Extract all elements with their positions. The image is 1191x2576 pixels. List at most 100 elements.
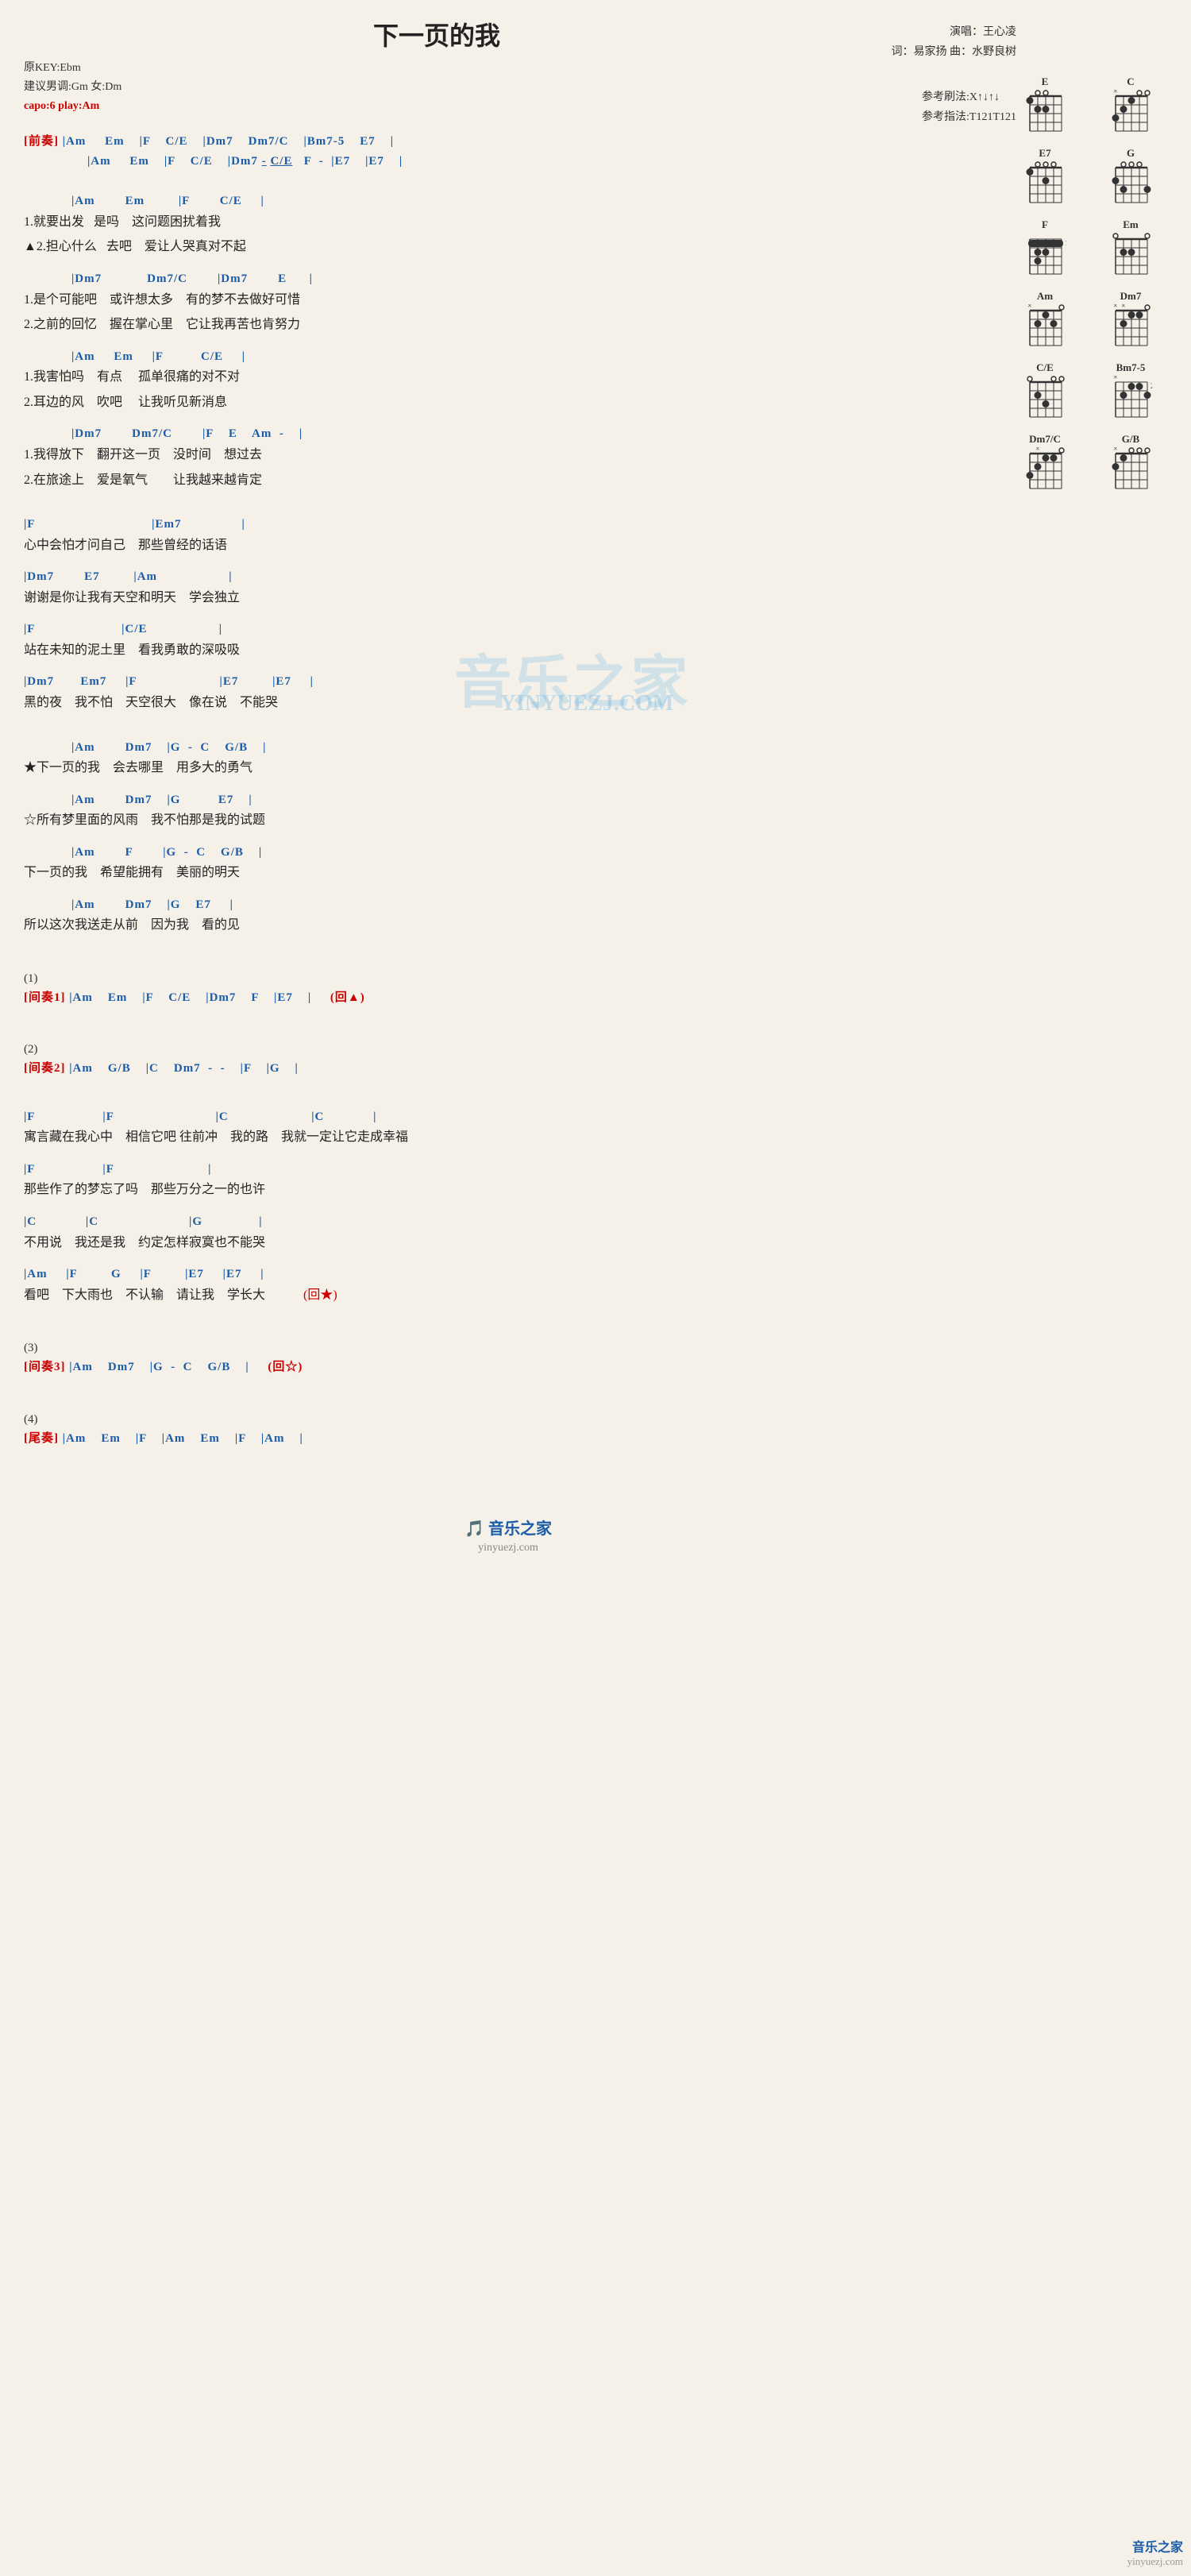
chord-row-1: E	[1008, 75, 1167, 137]
chorus4-chord: |Am Dm7 |G E7 |	[24, 896, 992, 914]
chord-row-3: F	[1008, 218, 1167, 280]
ref-fingering: 参考指法:T121T121	[922, 107, 1016, 127]
meta-left: 原KEY:Ebm 建议男调:Gm 女:Dm capo:6 play:Am	[24, 59, 992, 115]
intro-label: [前奏]	[24, 135, 59, 148]
outro: [尾奏] |Am Em |F |Am Em |F |Am |	[24, 1430, 992, 1448]
section-4: (4) [尾奏] |Am Em |F |Am Em |F |Am |	[24, 1413, 992, 1448]
chord-row-5: C/E	[1008, 361, 1167, 423]
capo-info: capo:6 play:Am	[24, 97, 992, 116]
svg-text:×: ×	[1035, 447, 1040, 454]
verse4-chord: |Dm7 Dm7/C |F E Am - |	[24, 425, 992, 443]
chord-row-4: Am ×	[1008, 290, 1167, 352]
verse4-section: |Dm7 Dm7/C |F E Am - | 1.我得放下 翻开这一页 没时间 …	[24, 425, 992, 490]
footer-brand: 🎵 音乐之家	[24, 1516, 992, 1539]
meta-right: 演唱：王心凌 词：易家扬 曲：水野良树	[892, 22, 1017, 62]
intro-chord-1: [前奏] |Am Em |F C/E |Dm7 Dm7/C |Bm7-5 E7 …	[24, 133, 992, 151]
svg-text:×: ×	[1113, 376, 1118, 382]
prechorus2-section: |Dm7 E7 |Am | 谢谢是你让我有天空和明天 学会独立	[24, 568, 992, 608]
svg-text:1: 1	[1065, 239, 1066, 247]
section-4-label: (4)	[24, 1413, 992, 1427]
section-1-label: (1)	[24, 972, 992, 986]
ref-strumming: 参考刷法:X↑↓↑↓	[922, 87, 1016, 107]
prechorus1-chord: |F |Em7 |	[24, 516, 992, 534]
chorus3-section: |Am F |G - C G/B | 下一页的我 希望能拥有 美丽的明天	[24, 844, 992, 883]
prechorus4-chord: |Dm7 Em7 |F |E7 |E7 |	[24, 673, 992, 691]
verse3-lyric2: 2.耳边的风 吹吧 让我听见新消息	[24, 392, 992, 413]
left-content: 下一页的我 原KEY:Ebm 建议男调:Gm 女:Dm capo:6 play:…	[24, 16, 1008, 1570]
section-2-label: (2)	[24, 1043, 992, 1056]
section-1: (1) [间奏1] |Am Em |F C/E |Dm7 F |E7 | (回▲…	[24, 972, 992, 1007]
bottom-url: yinyuezj.com	[1127, 2555, 1183, 2568]
chord-E7: E7	[1023, 147, 1066, 209]
chord-Am: Am ×	[1023, 290, 1066, 352]
chord-Dm7: Dm7 × ×	[1109, 290, 1152, 352]
chord-CE: C/E	[1023, 361, 1066, 423]
bottom-brand-text: 音乐之家	[1127, 2536, 1183, 2555]
song-title: 下一页的我	[24, 16, 992, 52]
artist-label: 演唱：王心凌	[892, 22, 1017, 42]
chord-GB: G/B ×	[1109, 433, 1152, 495]
interlude1: [间奏1] |Am Em |F C/E |Dm7 F |E7 | (回▲)	[24, 989, 992, 1007]
footer-logo: 🎵 音乐之家	[464, 1520, 552, 1538]
verse2-section: |Dm7 Dm7/C |Dm7 E | 1.是个可能吧 或许想太多 有的梦不去做…	[24, 270, 992, 335]
svg-text:×: ×	[1027, 304, 1032, 311]
verse1-section: |Am Em |F C/E | 1.就要出发 是吗 这问题困扰着我 ▲2.担心什…	[24, 192, 992, 257]
prechorus1-section: |F |Em7 | 心中会怕才问自己 那些曾经的话语	[24, 516, 992, 555]
chorus1-lyric: ★下一页的我 会去哪里 用多大的勇气	[24, 758, 992, 778]
chorus2-chord: |Am Dm7 |G E7 |	[24, 791, 992, 809]
bridge1-lyric: 寓言藏在我心中 相信它吧 往前冲 我的路 我就一定让它走成幸福	[24, 1127, 992, 1148]
svg-text:×: ×	[1121, 304, 1126, 311]
main-container: 下一页的我 原KEY:Ebm 建议男调:Gm 女:Dm capo:6 play:…	[0, 0, 1191, 1586]
bridge3-chord: |C |C |G |	[24, 1213, 992, 1231]
original-key: 原KEY:Ebm	[24, 59, 992, 78]
verse1-lyric2: ▲2.担心什么 去吧 爱让人哭真对不起	[24, 237, 992, 257]
svg-text:×: ×	[1113, 304, 1118, 311]
bridge3-section: |C |C |G | 不用说 我还是我 约定怎样寂寞也不能哭	[24, 1213, 992, 1253]
ref-area: 参考刷法:X↑↓↑↓ 参考指法:T121T121	[922, 87, 1016, 127]
bridge1-section: |F |F |C |C | 寓言藏在我心中 相信它吧 往前冲 我的路 我就一定让…	[24, 1108, 992, 1148]
verse2-lyric2: 2.之前的回忆 握在掌心里 它让我再苦也肯努力	[24, 315, 992, 335]
chord-F: F	[1023, 218, 1066, 280]
chorus3-chord: |Am F |G - C G/B |	[24, 844, 992, 862]
chord-Dm7C: Dm7/C ×	[1023, 433, 1066, 495]
verse3-section: |Am Em |F C/E | 1.我害怕吗 有点 孤单很痛的对不对 2.耳边的…	[24, 348, 992, 413]
prechorus2-lyric: 谢谢是你让我有天空和明天 学会独立	[24, 588, 992, 608]
chorus4-section: |Am Dm7 |G E7 | 所以这次我送走从前 因为我 看的见	[24, 896, 992, 936]
prechorus2-chord: |Dm7 E7 |Am |	[24, 568, 992, 586]
verse3-lyric1: 1.我害怕吗 有点 孤单很痛的对不对	[24, 367, 992, 388]
prechorus3-chord: |F |C/E |	[24, 620, 992, 639]
bridge4-lyric: 看吧 下大雨也 不认输 请让我 学长大 (回★)	[24, 1285, 992, 1306]
intro-chord-2: |Am Em |F C/E |Dm7 - C/E F - |E7 |E7 |	[24, 153, 992, 171]
chord-E: E	[1023, 75, 1066, 137]
svg-text:×: ×	[1113, 90, 1118, 96]
footer: 🎵 音乐之家 yinyuezj.com	[24, 1516, 992, 1570]
chord-G: G	[1109, 147, 1152, 209]
chorus1-section: |Am Dm7 |G - C G/B | ★下一页的我 会去哪里 用多大的勇气	[24, 739, 992, 778]
prechorus1-lyric: 心中会怕才问自己 那些曾经的话语	[24, 535, 992, 556]
prechorus4-lyric: 黑的夜 我不怕 天空很大 像在说 不能哭	[24, 693, 992, 713]
bottom-brand: 音乐之家 yinyuezj.com	[1127, 2536, 1183, 2568]
chorus4-lyric: 所以这次我送走从前 因为我 看的见	[24, 915, 992, 936]
svg-text:×: ×	[1113, 447, 1118, 454]
verse4-lyric2: 2.在旅途上 爱是氧气 让我越来越肯定	[24, 470, 992, 491]
verse2-chord: |Dm7 Dm7/C |Dm7 E |	[24, 270, 992, 288]
section-3-label: (3)	[24, 1342, 992, 1355]
intro-section: [前奏] |Am Em |F C/E |Dm7 Dm7/C |Bm7-5 E7 …	[24, 133, 992, 170]
verse1-chord: |Am Em |F C/E |	[24, 192, 992, 210]
prechorus3-section: |F |C/E | 站在未知的泥土里 看我勇敢的深吸吸	[24, 620, 992, 660]
bridge2-section: |F |F | 那些作了的梦忘了吗 那些万分之一的也许	[24, 1161, 992, 1200]
chord-Em: Em	[1109, 218, 1152, 280]
verse4-lyric1: 1.我得放下 翻开这一页 没时间 想过去	[24, 445, 992, 465]
chord-Bm7b5: Bm7-5 ×	[1109, 361, 1152, 423]
section-2: (2) [间奏2] |Am G/B |C Dm7 - - |F |G |	[24, 1043, 992, 1078]
chord-row-2: E7	[1008, 147, 1167, 209]
bridge2-lyric: 那些作了的梦忘了吗 那些万分之一的也许	[24, 1180, 992, 1200]
lyrics-label: 词：易家扬 曲：水野良树	[892, 42, 1017, 62]
interlude2: [间奏2] |Am G/B |C Dm7 - - |F |G |	[24, 1060, 992, 1078]
chorus3-lyric: 下一页的我 希望能拥有 美丽的明天	[24, 863, 992, 883]
verse1-lyric1: 1.就要出发 是吗 这问题困扰着我	[24, 212, 992, 233]
bridge4-section: |Am |F G |F |E7 |E7 | 看吧 下大雨也 不认输 请让我 学长…	[24, 1265, 992, 1305]
prechorus4-section: |Dm7 Em7 |F |E7 |E7 | 黑的夜 我不怕 天空很大 像在说 不…	[24, 673, 992, 713]
footer-url: yinyuezj.com	[24, 1542, 992, 1554]
chorus2-lyric: ☆所有梦里面的风雨 我不怕那是我的试题	[24, 810, 992, 831]
